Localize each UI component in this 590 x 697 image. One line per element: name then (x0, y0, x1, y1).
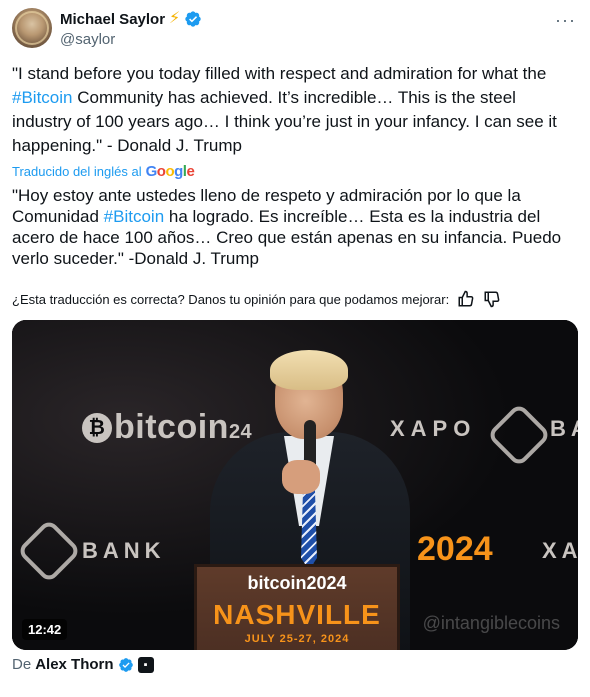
translated-by-line[interactable]: Traducido del inglés al Google (12, 163, 195, 180)
tweet-header: Michael Saylor ⚡ @saylor ··· (12, 8, 578, 50)
video-player[interactable]: ₿bitcoin24 XAPO BA BANK 2024 XA bitcoin2… (12, 320, 578, 650)
bitcoin-icon: ₿ (82, 413, 112, 443)
translated-by-label: Traducido del inglés al (12, 164, 142, 179)
video-bank-text: BANK (82, 538, 166, 563)
tweet-text-translation: "Hoy estoy ante ustedes lleno de respeto… (12, 185, 578, 269)
original-text-part2: Community has achieved. It’s incredible…… (12, 88, 557, 155)
original-text-part1: "I stand before you today filled with re… (12, 64, 547, 83)
video-ba-text: BA (550, 416, 578, 441)
thumbs-up-icon[interactable] (457, 290, 475, 308)
author-name-row: Michael Saylor ⚡ (60, 10, 202, 28)
hashtag-bitcoin-translation-link[interactable]: #Bitcoin (104, 207, 164, 226)
lightning-emoji: ⚡ (169, 10, 181, 27)
verified-badge-icon[interactable] (184, 10, 202, 28)
hashtag-bitcoin-link[interactable]: #Bitcoin (12, 88, 72, 107)
podium-bitcoin-logo: bitcoin2024 (247, 573, 347, 593)
more-dots-icon[interactable]: ··· (555, 10, 576, 31)
video-xapo-text: XAPO (390, 416, 477, 441)
tweet-text-original: "I stand before you today filled with re… (12, 62, 578, 158)
video-bitcoin-logo: ₿ bitcoin24 (82, 408, 252, 447)
video-xa-text: XA (542, 538, 578, 563)
speaker-hand (282, 460, 320, 494)
author-handle[interactable]: @saylor (60, 31, 115, 48)
square-logo-icon: ▪ (137, 656, 154, 673)
podium-city: NASHVILLE (213, 599, 381, 630)
video-year-text: 2024 (417, 530, 493, 568)
google-logo-icon: Google (145, 163, 195, 180)
from-label: De (12, 656, 32, 673)
video-watermark: @intangiblecoins (422, 613, 560, 633)
video-source-line: De Alex Thorn ▪ (12, 656, 154, 673)
feedback-prompt: ¿Esta traducción es correcta? Danos tu o… (12, 291, 450, 307)
verified-badge-icon-source[interactable] (118, 657, 134, 673)
from-author-link[interactable]: Alex Thorn (35, 656, 113, 673)
podium-dates: JULY 25-27, 2024 (244, 633, 350, 645)
author-name[interactable]: Michael Saylor (60, 11, 165, 28)
podium: bitcoin2024 NASHVILLE JULY 25-27, 2024 (194, 564, 400, 650)
translation-feedback: ¿Esta traducción es correcta? Danos tu o… (12, 290, 501, 308)
video-duration-badge: 12:42 (22, 619, 68, 640)
speaker-hair (270, 350, 348, 390)
thumbs-down-icon[interactable] (483, 290, 501, 308)
author-avatar[interactable] (12, 8, 52, 48)
